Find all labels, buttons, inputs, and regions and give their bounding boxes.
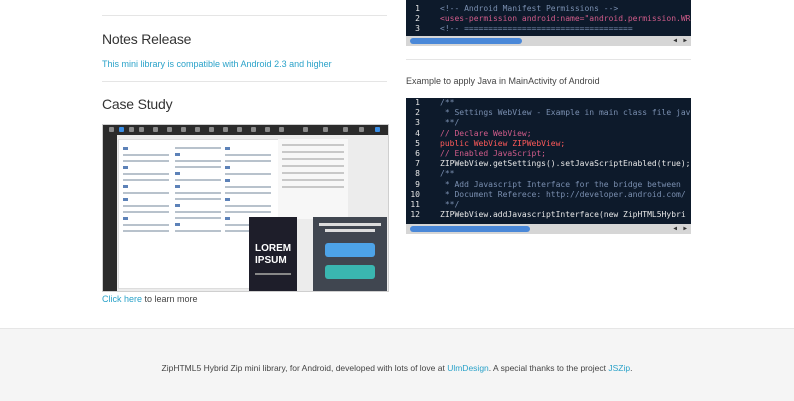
scroll-left-icon[interactable]: ◀ [673, 37, 677, 44]
line-number: 6 [415, 149, 420, 158]
line-number: 1 [415, 98, 420, 107]
line-number: 10 [410, 189, 420, 199]
notes-release-text: This mini library is compatible with And… [102, 59, 332, 69]
horizontal-scrollbar[interactable]: ◀ ▶ [406, 36, 691, 46]
java-code-block: 1 /** 2 * Settings WebView - Example in ma… [406, 98, 691, 234]
scrollbar-thumb[interactable] [410, 226, 530, 232]
scroll-right-icon[interactable]: ▶ [683, 37, 687, 44]
screenshot-toolbar [103, 125, 388, 135]
line-number: 11 [410, 200, 420, 209]
code-line: **/ [440, 118, 460, 128]
footer-text: ZipHTML5 Hybrid Zip mini library, for An… [0, 363, 794, 373]
code-line: <!-- Android Manifest Permissions --> [440, 4, 619, 13]
lorem-text: LOREM IPSUM [255, 243, 292, 266]
code-line: * Document Referece: http://developer.an… [440, 189, 686, 199]
code-line: // Declare WebView; [440, 128, 532, 138]
scroll-left-icon[interactable]: ◀ [673, 225, 677, 232]
scrollbar-thumb[interactable] [410, 38, 522, 44]
screenshot-sidebar [103, 135, 117, 291]
line-number: 2 [415, 108, 420, 118]
case-study-screenshot: LOREM IPSUM [102, 124, 389, 292]
click-here-link[interactable]: Click here [102, 294, 142, 304]
screenshot-code-area [278, 139, 348, 219]
learn-more-text: to learn more [142, 294, 198, 304]
jszip-link[interactable]: JSZip [608, 363, 630, 373]
scroll-right-icon[interactable]: ▶ [683, 225, 687, 232]
code-line: <uses-permission android:name="android.p… [440, 14, 691, 23]
code-line: * Settings WebView - Example in main cla… [440, 108, 691, 118]
code-line: /** [440, 169, 455, 179]
screenshot-dialog [313, 217, 387, 291]
code-line: /** [440, 98, 455, 107]
line-number: 2 [415, 14, 420, 23]
line-number: 1 [415, 4, 420, 13]
ulmdesign-link[interactable]: UlmDesign [447, 363, 489, 373]
code-line: <!-- =================================== [440, 24, 633, 33]
line-number: 4 [415, 128, 420, 138]
line-number: 8 [415, 169, 420, 179]
page-footer: ZipHTML5 Hybrid Zip mini library, for An… [0, 328, 794, 401]
code-line: * Add Javascript Interface for the bridg… [440, 179, 681, 189]
code-line: **/ [440, 200, 460, 209]
line-number: 9 [415, 179, 420, 189]
line-number: 7 [415, 159, 420, 169]
footer-text-middle: . A special thanks to the project [488, 363, 609, 373]
case-study-heading: Case Study [102, 96, 173, 112]
learn-more-line: Click here to learn more [102, 294, 198, 304]
divider-top [102, 15, 387, 16]
divider-right [406, 59, 691, 60]
line-number: 3 [415, 118, 420, 128]
footer-text-before: ZipHTML5 Hybrid Zip mini library, for An… [161, 363, 448, 373]
java-intro-text: Example to apply Java in MainActivity of… [406, 76, 600, 86]
horizontal-scrollbar[interactable]: ◀ ▶ [406, 224, 691, 234]
notes-release-heading: Notes Release [102, 31, 192, 47]
code-line: ZIPWebView.getSettings().setJavaScriptEn… [440, 159, 691, 169]
permissions-code-block: 1 <!-- Android Manifest Permissions --> 2 <… [406, 0, 691, 46]
compatibility-text: This mini library is compatible with And… [102, 59, 332, 69]
line-number: 12 [410, 210, 420, 220]
line-number: 3 [415, 24, 420, 33]
code-line: public WebView ZIPWebView; [440, 138, 566, 148]
line-number: 5 [415, 138, 420, 148]
footer-text-after: . [630, 363, 633, 373]
divider-middle [102, 81, 387, 82]
screenshot-phone-preview: LOREM IPSUM [249, 217, 297, 291]
code-line: // Enabled JavaScript; [440, 149, 546, 158]
code-line: ZIPWebView.addJavascriptInterface(new Zi… [440, 210, 686, 220]
